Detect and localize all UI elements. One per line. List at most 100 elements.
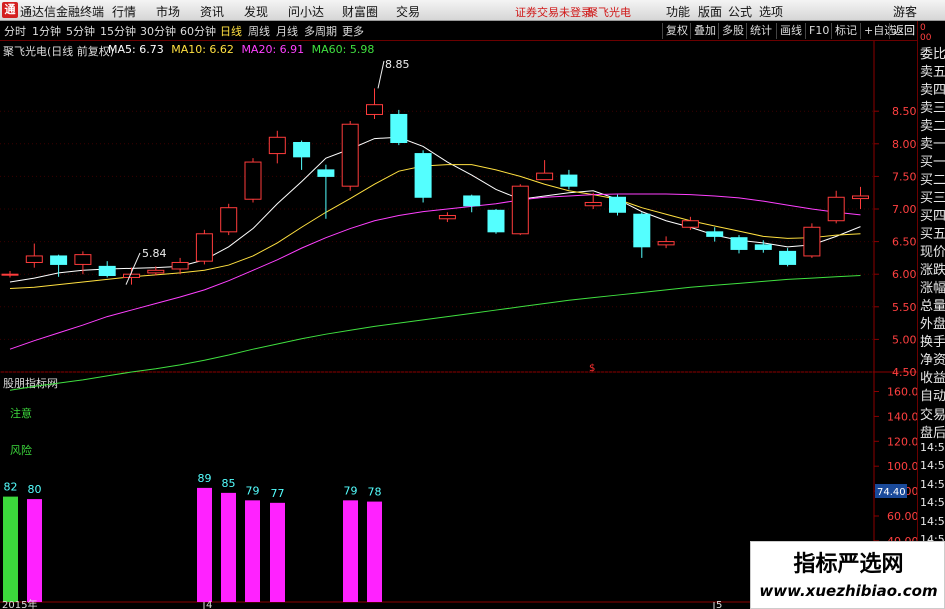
menu-item-formula[interactable]: 公式: [728, 3, 752, 20]
indicator-bar-label: 77: [271, 487, 285, 500]
candle-body: [195, 233, 213, 262]
candle-body: [609, 196, 626, 213]
kline-chart[interactable]: 82 80 89 85 79 77 79 78 8.50 8.00 7.50 7.00 6.50 6.0…: [0, 41, 917, 609]
menu-item-market[interactable]: 市场: [156, 3, 180, 20]
candle: [657, 236, 675, 249]
candle-body: [341, 123, 359, 187]
candle-body: [754, 244, 772, 250]
trade-time-label: 交易: [920, 407, 945, 423]
indicator-tick-label: 160.0: [887, 386, 917, 399]
tab-weekly[interactable]: 周线: [248, 23, 270, 39]
back-button[interactable]: 返回: [889, 23, 918, 39]
price-tick-label: 7.00: [892, 203, 917, 216]
indicator-bar: [270, 502, 285, 602]
quote-field-label: 卖三: [920, 101, 945, 116]
menu-item-news[interactable]: 资讯: [200, 3, 224, 20]
candle-body: [366, 104, 383, 115]
candle: [730, 235, 748, 254]
adjust-button[interactable]: 复权: [662, 23, 691, 39]
draw-button[interactable]: 画线: [776, 23, 805, 39]
ma10-line: [9, 164, 861, 290]
trade-time-label: 14:56: [920, 514, 945, 528]
overlay-button[interactable]: 叠加: [690, 23, 719, 39]
trade-time-label: 自动: [920, 389, 945, 404]
period-toolbar: 分时 1分钟 5分钟 15分钟 30分钟 60分钟 日线 周线 月线 多周期 更…: [0, 21, 945, 41]
candle: [414, 150, 432, 203]
stock-name-top: 聚飞光电: [587, 6, 631, 19]
indicator-bar-label: 82: [4, 481, 18, 494]
candle-body: [681, 220, 699, 228]
low-annotation: 5.84: [142, 247, 167, 260]
trade-time-label: 14:56: [920, 459, 945, 472]
candle: [195, 229, 213, 265]
candle-body: [1, 273, 19, 276]
indicator-tick-label: 100.0: [887, 460, 917, 473]
menu-item-wealth[interactable]: 财富圈: [342, 3, 378, 20]
candle-body: [463, 195, 481, 207]
app-logo-icon: 通: [2, 2, 18, 18]
trade-time-label: 14:56: [920, 477, 945, 491]
candle: [560, 169, 578, 190]
indicator-bar-label: 79: [344, 484, 358, 497]
menu-item-quotes[interactable]: 行情: [112, 3, 136, 20]
candle: [366, 88, 383, 120]
candle: [536, 160, 554, 181]
tab-5min[interactable]: 5分钟: [66, 23, 95, 39]
stats-button[interactable]: 统计: [746, 23, 775, 39]
candle-body: [827, 196, 845, 222]
candle-body: [803, 226, 821, 257]
quote-field-label: 卖二: [920, 119, 945, 134]
price-tick-label: 7.50: [892, 170, 917, 183]
tab-timeshare[interactable]: 分时: [4, 23, 26, 39]
candle: [25, 243, 43, 268]
tab-daily[interactable]: 日线: [220, 23, 242, 39]
menu-item-trade[interactable]: 交易: [396, 3, 420, 20]
guest-label[interactable]: 游客: [893, 3, 917, 20]
watermark-url: www.xuezhibiao.com: [759, 582, 938, 600]
indicator-bar: [197, 487, 212, 602]
quote-field-label: 收益: [920, 371, 945, 386]
tab-monthly[interactable]: 月线: [276, 23, 298, 39]
candle-body: [730, 237, 748, 250]
tab-30min[interactable]: 30分钟: [140, 23, 176, 39]
candle: [123, 267, 140, 285]
indicator-bar-label: 80: [28, 483, 42, 496]
menu-item-layout[interactable]: 版面: [698, 3, 722, 20]
candle-body: [536, 172, 554, 181]
candle-body: [779, 250, 797, 265]
f10-button[interactable]: F10: [805, 23, 832, 39]
menu-item-discover[interactable]: 发现: [244, 3, 268, 20]
price-tick-label: 5.50: [892, 301, 917, 314]
candle-body: [317, 169, 335, 177]
tab-15min[interactable]: 15分钟: [100, 23, 136, 39]
tab-multi-period[interactable]: 多周期: [304, 23, 337, 39]
mark-button[interactable]: 标记: [831, 23, 860, 39]
tab-more[interactable]: 更多: [342, 23, 364, 39]
ma20-line: [9, 193, 861, 350]
menu-bar: 通 通达信金融终端 行情 市场 资讯 发现 问小达 财富圈 交易 证券交易未登录…: [0, 0, 945, 21]
quote-field-label: 委比: [920, 47, 945, 62]
quote-field-label: 买五: [920, 227, 945, 242]
candle: [171, 257, 189, 275]
multi-stock-button[interactable]: 多股: [718, 23, 747, 39]
menu-item-function[interactable]: 功能: [666, 3, 690, 20]
indicator-bar: [245, 500, 260, 602]
candle: [438, 212, 456, 223]
quote-field-label: 卖一: [920, 137, 945, 152]
menu-item-ask[interactable]: 问小达: [288, 3, 324, 20]
indicator-bar: [27, 499, 42, 602]
candle: [1, 270, 19, 278]
tab-1min[interactable]: 1分钟: [32, 23, 61, 39]
menu-item-options[interactable]: 选项: [759, 3, 783, 20]
candle-body: [438, 215, 456, 220]
quote-field-label: 净资: [920, 353, 945, 368]
price-tick-label: 8.50: [892, 105, 917, 118]
candle: [98, 261, 116, 278]
quote-field-label: 买四: [920, 209, 945, 224]
quote-field-label: 总量: [920, 299, 945, 314]
ma60-line: [9, 275, 861, 391]
candle: [852, 186, 869, 209]
candle-body: [852, 195, 869, 200]
tab-60min[interactable]: 60分钟: [180, 23, 216, 39]
quote-field-label: 买一: [920, 155, 945, 170]
